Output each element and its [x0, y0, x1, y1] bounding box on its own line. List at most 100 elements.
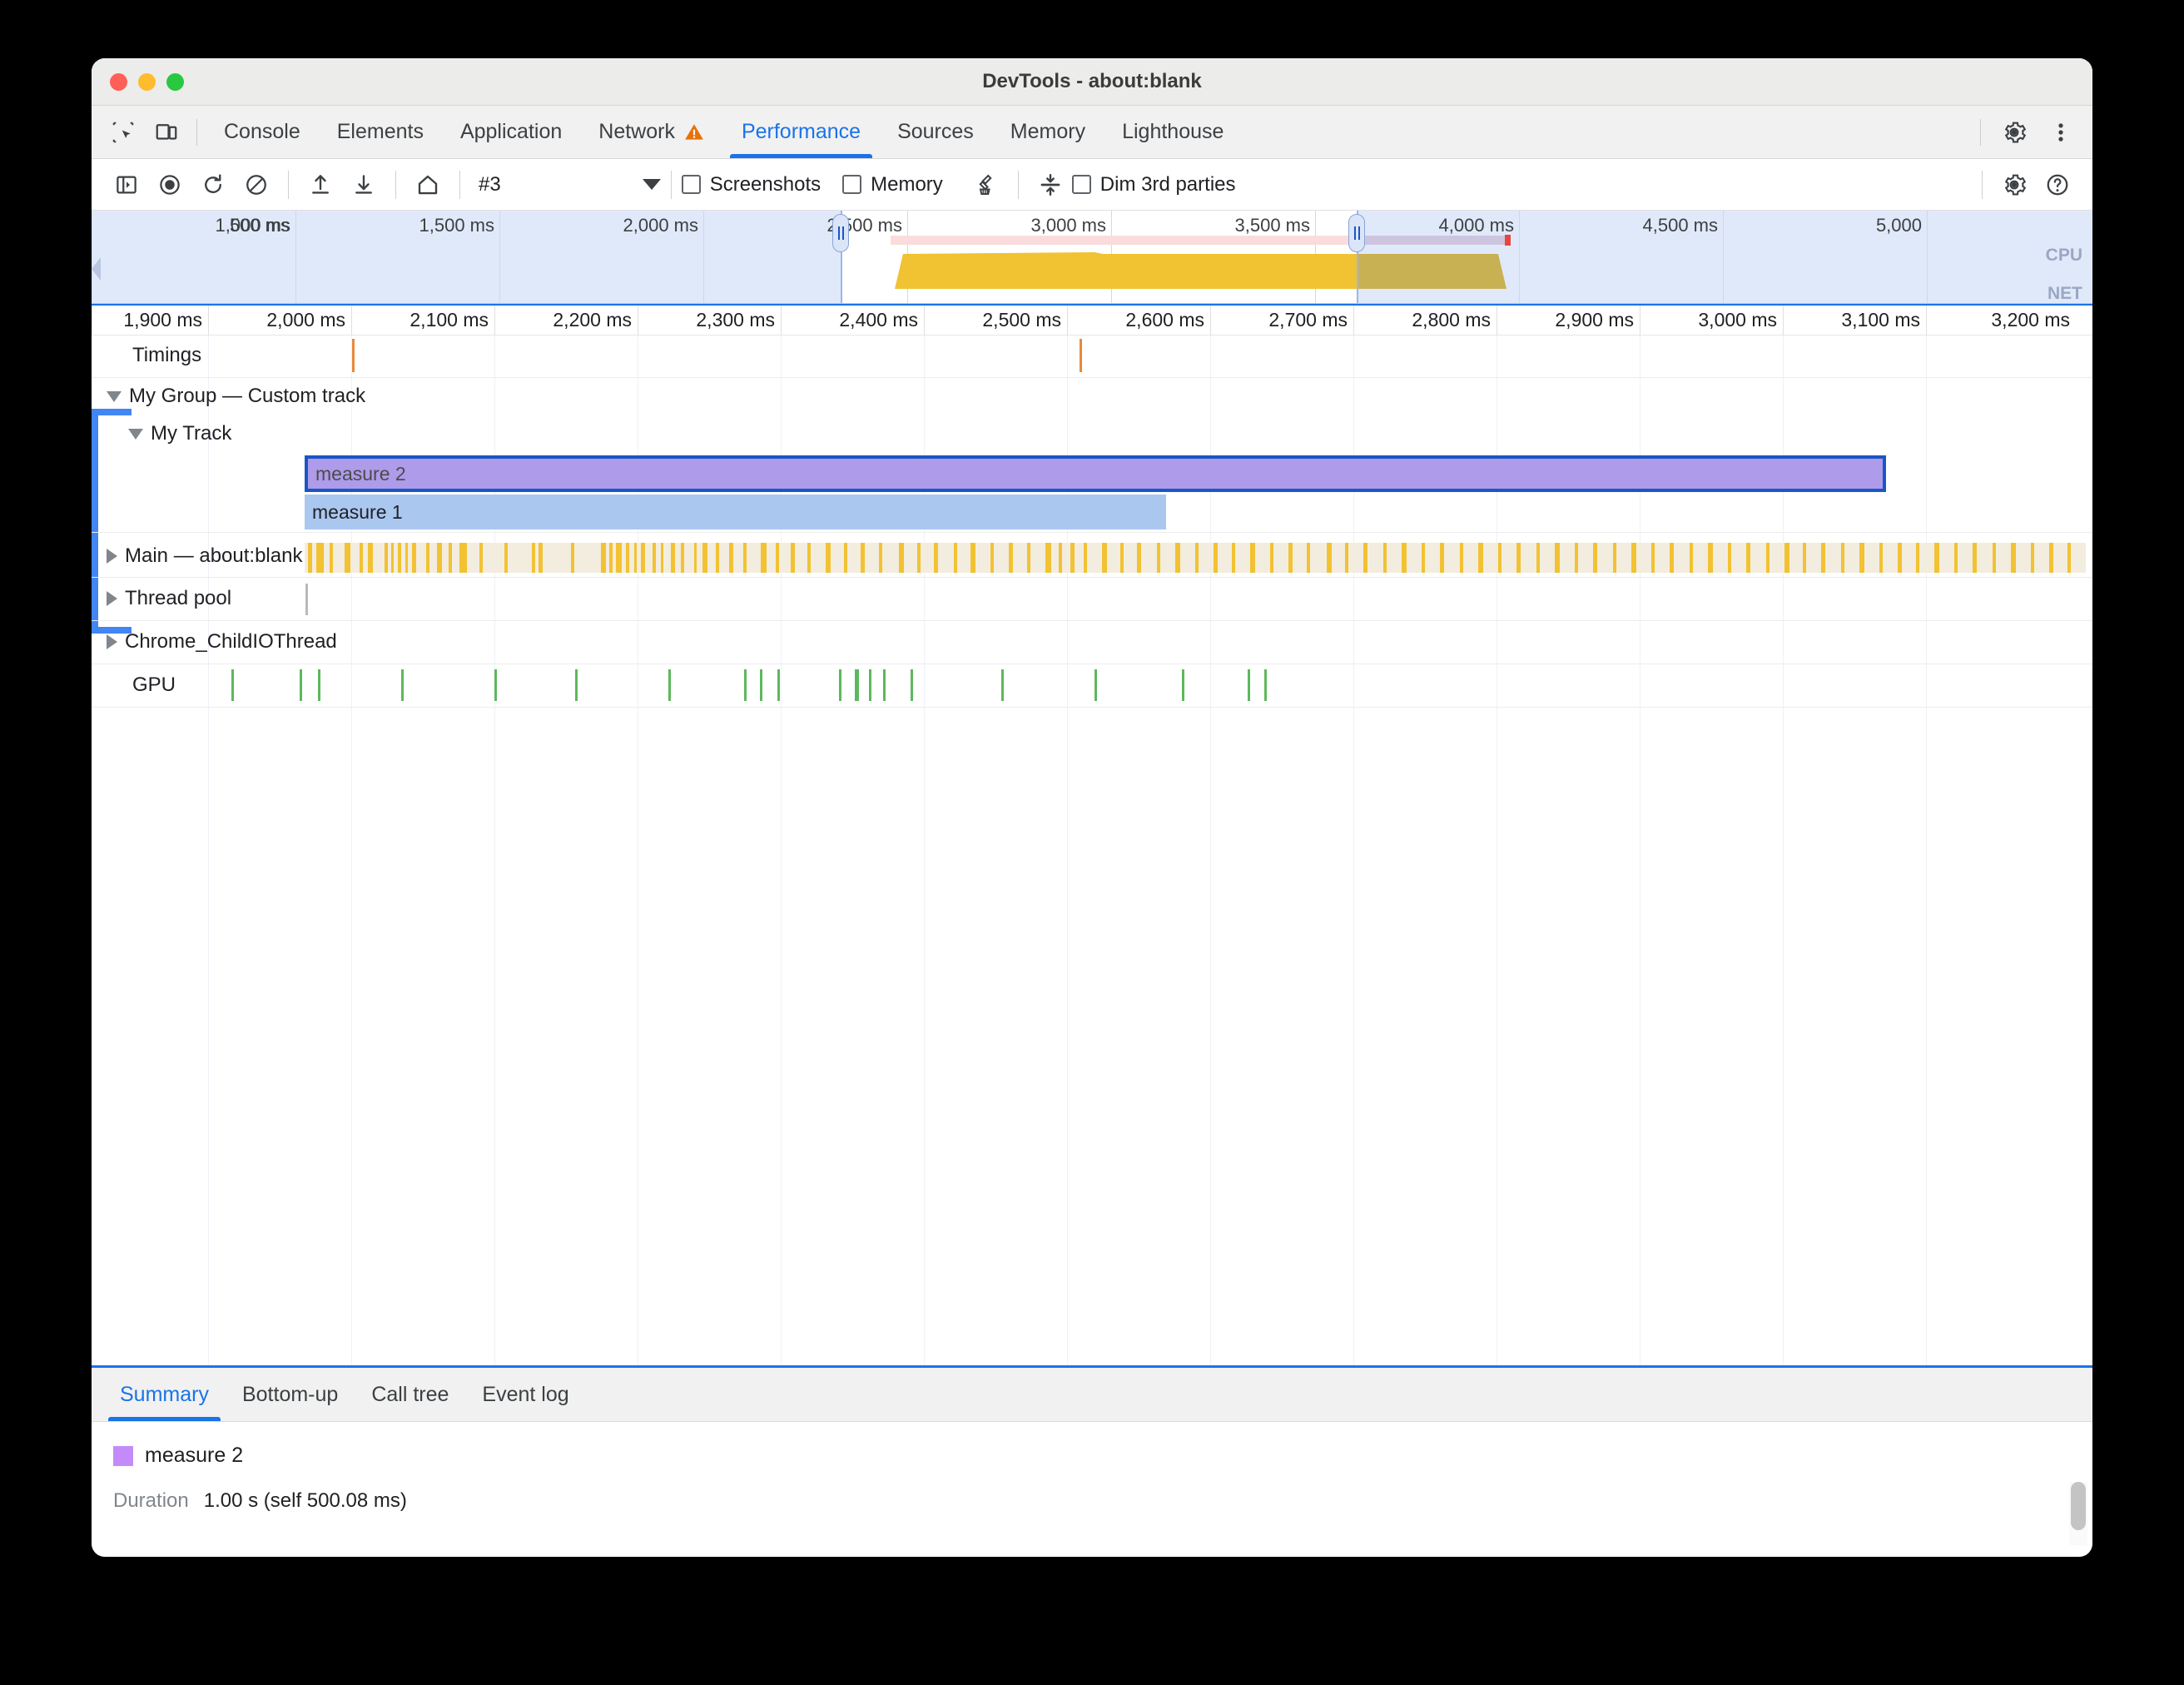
track-label-text: My Group — Custom track [129, 385, 366, 407]
gpu-marker [494, 669, 497, 701]
collect-garbage-brush-icon[interactable] [965, 166, 1008, 204]
summary-duration-row: Duration 1.00 s (self 500.08 ms) [113, 1489, 2092, 1513]
chevron-down-icon[interactable] [642, 179, 661, 190]
capture-settings-gear-icon[interactable] [1993, 166, 2036, 204]
devtools-window: DevTools - about:blank Console Elements … [92, 58, 2092, 1557]
scrollbar-thumb[interactable] [2071, 1482, 2086, 1530]
tab-memory[interactable]: Memory [992, 106, 1104, 158]
tabbar-right-actions [1972, 113, 2082, 152]
gpu-marker [839, 669, 841, 701]
checkbox-label: Screenshots [709, 172, 821, 196]
inspect-element-icon[interactable] [102, 113, 145, 152]
memory-checkbox[interactable]: Memory [842, 173, 943, 196]
overview-tick-label: 3,500 ms [1234, 215, 1311, 236]
track-row-child-io-thread[interactable]: Chrome_ChildIOThread [92, 620, 2092, 664]
overview-selection-left-handle[interactable] [832, 214, 849, 252]
toolbar-divider-6 [1982, 170, 1983, 199]
timeline-overview[interactable]: 500 ms 1,000 ms 1,500 ms 2,000 ms 2,500 … [92, 211, 2092, 304]
track-label-text: My Track [151, 422, 232, 445]
toolbar-divider-1 [288, 170, 289, 199]
settings-gear-icon[interactable] [1993, 113, 2036, 152]
details-drawer: Summary Bottom-up Call tree Event log me… [92, 1365, 2092, 1557]
collapse-expand-icon[interactable] [1029, 166, 1072, 204]
ruler-tick-label: 3,000 ms [1698, 309, 1777, 331]
flame-event-label: measure 1 [312, 500, 403, 523]
tab-performance[interactable]: Performance [723, 106, 879, 158]
tab-network[interactable]: Network [580, 106, 723, 158]
record-icon[interactable] [148, 166, 191, 204]
ruler-tick-label: 2,300 ms [696, 309, 775, 331]
more-options-kebab-icon[interactable] [2039, 113, 2082, 152]
toolbar-divider-4 [670, 170, 672, 199]
checkbox-label: Memory [871, 172, 943, 196]
track-row-thread-pool[interactable]: Thread pool [92, 577, 2092, 620]
reload-and-record-icon[interactable] [191, 166, 235, 204]
clear-icon[interactable] [235, 166, 278, 204]
save-profile-icon[interactable] [342, 166, 385, 204]
flame-event-measure-1[interactable]: measure 1 [305, 495, 1166, 529]
gpu-marker [777, 669, 780, 701]
gpu-marker [300, 669, 302, 701]
tab-summary[interactable]: Summary [103, 1368, 226, 1421]
flame-event-label: measure 2 [315, 462, 406, 485]
gpu-marker [760, 669, 762, 701]
ruler-tick-label: 2,700 ms [1268, 309, 1348, 331]
toolbar-divider-5 [1017, 170, 1019, 199]
tab-elements[interactable]: Elements [319, 106, 442, 158]
toggle-sidebar-icon[interactable] [105, 166, 148, 204]
summary-scrollbar[interactable] [2069, 1482, 2087, 1545]
track-label-my-group: My Group — Custom track [92, 385, 365, 408]
tab-call-tree[interactable]: Call tree [355, 1368, 465, 1421]
device-toolbar-icon[interactable] [145, 113, 188, 152]
track-label-my-track: My Track [92, 422, 231, 445]
main-thread-activity-band[interactable] [305, 543, 2086, 573]
gpu-marker [1182, 669, 1184, 701]
checkbox-box [681, 175, 701, 194]
track-row-my-track[interactable]: My Track [92, 415, 2092, 452]
panel-tabs: Console Elements Application Network Per… [206, 106, 1242, 158]
screenshots-checkbox[interactable]: Screenshots [681, 172, 821, 196]
flame-chart-area[interactable]: 1,900 ms 2,000 ms 2,100 ms 2,200 ms 2,30… [92, 304, 2092, 1365]
ruler-tick-label: 2,500 ms [982, 309, 1061, 331]
track-label-child-io-thread: Chrome_ChildIOThread [92, 630, 337, 654]
ruler-tick-label: 2,100 ms [410, 309, 489, 331]
tab-bottom-up[interactable]: Bottom-up [226, 1368, 355, 1421]
tab-console[interactable]: Console [206, 106, 319, 158]
recording-selector-label[interactable]: #3 [479, 173, 501, 196]
gpu-marker [744, 669, 747, 701]
warning-triangle-icon [685, 123, 703, 140]
drawer-tab-label: Summary [120, 1382, 209, 1406]
home-icon[interactable] [406, 166, 449, 204]
summary-panel: measure 2 Duration 1.00 s (self 500.08 m… [92, 1422, 2092, 1557]
tab-label: Memory [1010, 120, 1086, 143]
track-row-timings[interactable]: Timings [92, 336, 2092, 375]
tab-label: Console [224, 120, 300, 143]
dim-third-parties-checkbox[interactable]: Dim 3rd parties [1071, 173, 1236, 196]
summary-event-header: measure 2 [113, 1444, 2092, 1468]
track-label-text: Chrome_ChildIOThread [125, 630, 337, 653]
track-row-gpu[interactable]: GPU [92, 664, 2092, 707]
chevron-right-icon[interactable] [107, 549, 117, 564]
load-profile-icon[interactable] [299, 166, 342, 204]
chevron-right-icon[interactable] [107, 634, 117, 649]
gpu-marker [855, 669, 859, 701]
gpu-marker [869, 669, 871, 701]
tab-sources[interactable]: Sources [879, 106, 992, 158]
chevron-down-icon[interactable] [128, 428, 143, 440]
track-label-text: GPU [132, 674, 176, 696]
chevron-right-icon[interactable] [107, 591, 117, 606]
tab-event-log[interactable]: Event log [465, 1368, 585, 1421]
overview-tick-label: 5,000 [1875, 215, 1922, 236]
track-label-gpu: GPU [92, 674, 176, 697]
overview-selection-right-handle[interactable] [1348, 214, 1365, 252]
help-question-icon[interactable] [2036, 166, 2079, 204]
flame-event-measure-2[interactable]: measure 2 [305, 455, 1886, 492]
tab-lighthouse[interactable]: Lighthouse [1104, 106, 1242, 158]
track-row-group-header[interactable]: My Group — Custom track [92, 377, 2092, 415]
ruler-tick-label: 2,400 ms [839, 309, 918, 331]
ruler-tick-label: 1,900 ms [123, 309, 202, 331]
devtools-tab-bar: Console Elements Application Network Per… [92, 106, 2092, 159]
chevron-down-icon[interactable] [107, 390, 122, 402]
tab-application[interactable]: Application [442, 106, 580, 158]
gpu-marker [668, 669, 671, 701]
